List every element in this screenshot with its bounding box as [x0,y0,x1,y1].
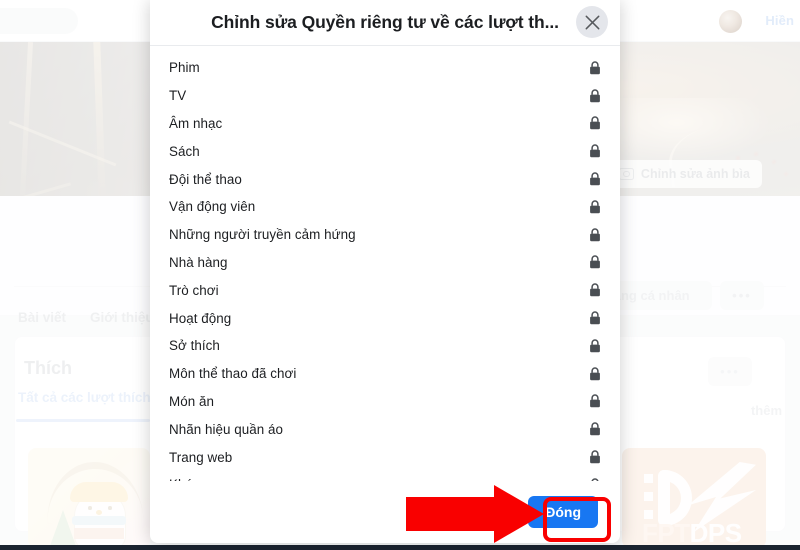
privacy-item-label: Nhãn hiệu quần áo [169,421,284,437]
tab-about[interactable]: Giới thiệu [90,310,154,325]
lock-icon[interactable] [589,394,601,408]
privacy-list-item[interactable]: Âm nhạc [150,110,620,138]
privacy-item-label: Sở thích [169,338,220,354]
privacy-list-item[interactable]: Đội thể thao [150,165,620,193]
privacy-item-label: Phim [169,60,200,76]
dialog-footer: Đóng [150,481,620,543]
dialog-title: Chỉnh sửa Quyền riêng tư về các lượt th.… [211,11,559,32]
privacy-item-label: Vận động viên [169,199,256,215]
privacy-items-list: Phim TV Âm nhạc Sách Đội thể thao Vận động vi… [150,46,620,481]
privacy-item-label: Nhà hàng [169,254,228,270]
privacy-item-label: Món ăn [169,393,214,409]
close-icon[interactable] [576,6,608,38]
thumbnail-art-belt [74,528,124,539]
privacy-item-label: Môn thể thao đã chơi [169,366,297,382]
logo-square-2 [644,492,653,501]
lock-icon[interactable] [589,200,601,214]
lock-icon[interactable] [589,450,601,464]
lock-icon[interactable] [589,255,601,269]
privacy-item-label: Âm nhạc [169,115,223,131]
privacy-item-label: Trang web [169,449,233,465]
privacy-list-item[interactable]: Sách [150,137,620,165]
privacy-list-item[interactable]: Khác [150,471,620,481]
search-input[interactable] [0,8,78,34]
privacy-list-item[interactable]: Những người truyền cảm hứng [150,221,620,249]
dialog-header: Chỉnh sửa Quyền riêng tư về các lượt th.… [150,0,620,46]
privacy-list-item[interactable]: Sở thích [150,332,620,360]
active-tab-indicator [16,419,150,422]
lock-icon[interactable] [589,283,601,297]
close-button[interactable]: Đóng [528,496,598,528]
edit-cover-photo-label: Chỉnh sửa ảnh bìa [640,167,750,181]
privacy-item-label: Đội thể thao [169,171,242,187]
thumbnail-art-eye-right [108,506,112,510]
privacy-list-item[interactable]: Môn thể thao đã chơi [150,360,620,388]
lock-icon[interactable] [589,89,601,103]
account-name-label[interactable]: Hiền [765,13,794,28]
privacy-list-item[interactable]: Món ăn [150,388,620,416]
likes-card-title: Thích [24,358,72,378]
privacy-list-item[interactable]: Hoạt động [150,304,620,332]
privacy-list-item[interactable]: Vận động viên [150,193,620,221]
lock-icon[interactable] [589,311,601,325]
privacy-list-item[interactable]: TV [150,82,620,110]
privacy-item-label: Những người truyền cảm hứng [169,227,356,243]
like-thumbnail-left[interactable] [28,448,150,546]
thumbnail-art-tree [50,510,76,546]
lock-icon[interactable] [589,339,601,353]
logo-wordmark-fpt: FPT [642,518,690,546]
lock-icon[interactable] [589,172,601,186]
edit-cover-photo-button[interactable]: Chỉnh sửa ảnh bìa [606,160,762,188]
privacy-item-label: Sách [169,143,200,159]
lock-icon[interactable] [589,227,601,242]
privacy-list-item[interactable]: Trang web [150,443,620,471]
screenshot-root: f Hiền Chỉnh sửa ảnh bìa trang cá nhân •… [0,0,800,550]
privacy-list-item[interactable]: Nhà hàng [150,249,620,277]
logo-wordmark-dps: DPS [689,518,742,546]
edit-privacy-dialog: Chỉnh sửa Quyền riêng tư về các lượt th.… [150,0,620,543]
thumbnail-art-scarf [72,516,126,525]
all-likes-tab[interactable]: Tất cả các lượt thích [18,390,151,405]
thumbnail-art-hat [70,482,128,502]
lock-icon[interactable] [589,61,601,75]
thumbnail-art-eye-left [88,506,92,510]
like-thumbnail-right[interactable]: FPTDPS [622,448,766,546]
privacy-item-label: TV [169,88,187,104]
privacy-list-item[interactable]: Nhãn hiệu quần áo [150,415,620,443]
window-bottom-edge [0,545,800,550]
lock-icon[interactable] [589,366,601,381]
lock-icon[interactable] [589,144,601,158]
privacy-item-label: Trò chơi [169,282,219,298]
tab-posts[interactable]: Bài viết [18,310,66,325]
thumbnail-art-beak [96,510,102,515]
privacy-list-item[interactable]: Phim [150,54,620,82]
privacy-list-item[interactable]: Trò chơi [150,276,620,304]
lock-icon[interactable] [589,116,601,130]
logo-wordmark: FPTDPS [642,520,742,546]
privacy-item-label: Hoạt động [169,310,232,326]
camera-icon [618,168,634,180]
see-more-label[interactable]: thêm [751,403,782,418]
lock-icon[interactable] [589,422,601,436]
logo-square-1 [644,474,653,483]
likes-card-more-button[interactable]: ••• [708,357,752,386]
avatar[interactable] [719,10,742,33]
